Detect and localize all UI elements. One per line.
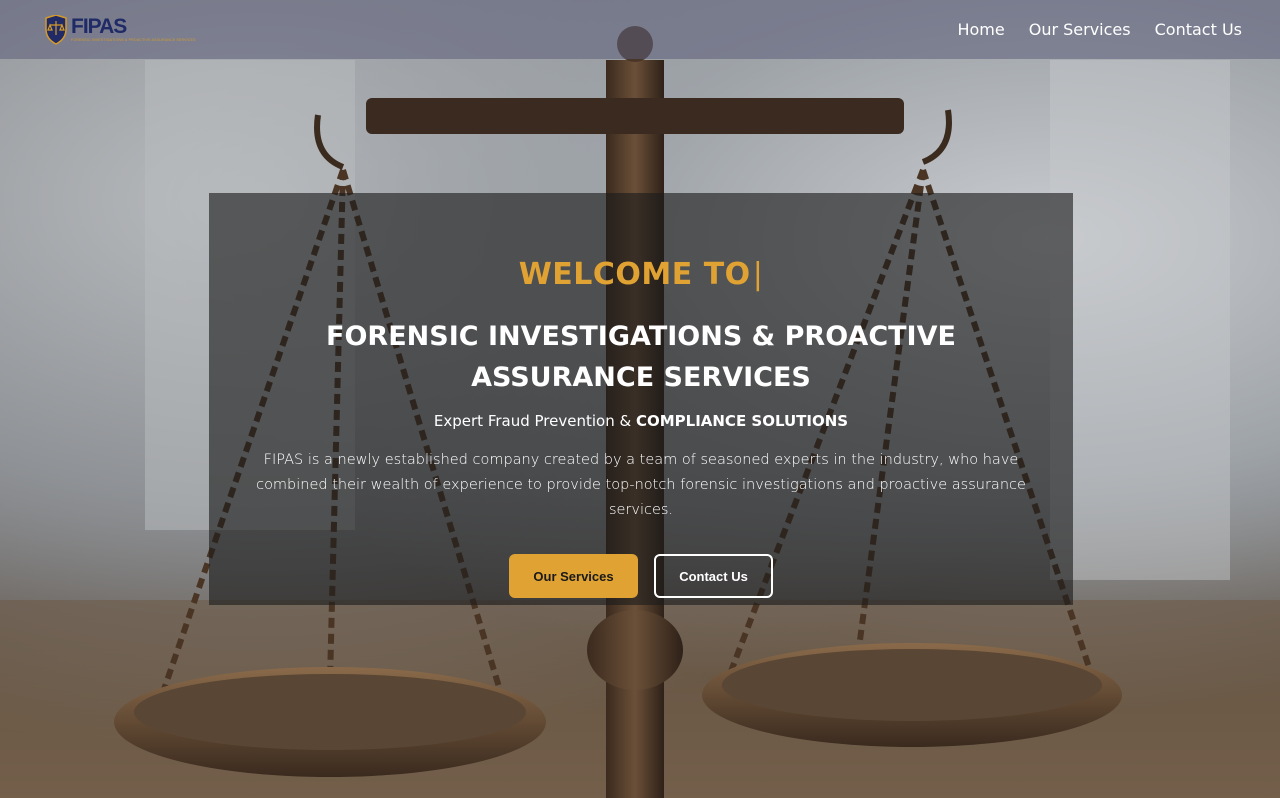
hero-buttons: Our Services Contact Us <box>209 554 1073 598</box>
our-services-button[interactable]: Our Services <box>509 554 638 598</box>
contact-us-button[interactable]: Contact Us <box>654 554 773 598</box>
nav-link-home[interactable]: Home <box>957 20 1004 39</box>
hero-description: FIPAS is a newly established company cre… <box>256 452 1026 518</box>
welcome-heading: WELCOME TO| <box>209 257 1073 293</box>
nav-link-contact-us[interactable]: Contact Us <box>1155 20 1242 39</box>
typing-cursor: | <box>752 257 764 292</box>
logo-text: FIPAS <box>71 15 127 38</box>
hero-title: FORENSIC INVESTIGATIONS & PROACTIVE ASSU… <box>326 321 956 393</box>
fipas-logo[interactable]: FIPAS FORENSIC INVESTIGATIONS & PROACTIV… <box>44 13 196 47</box>
subtitle-bold: COMPLIANCE SOLUTIONS <box>635 412 849 430</box>
nav-link-our-services[interactable]: Our Services <box>1029 20 1131 39</box>
main-nav: Home Our Services Contact Us <box>957 20 1242 39</box>
logo-tagline: FORENSIC INVESTIGATIONS & PROACTIVE ASSU… <box>71 38 196 42</box>
shield-scales-icon <box>45 14 67 45</box>
subtitle-plain: Expert Fraud Prevention & <box>433 412 636 430</box>
hero-panel: WELCOME TO| FORENSIC INVESTIGATIONS & PR… <box>209 193 1073 605</box>
welcome-text: WELCOME TO <box>518 257 751 292</box>
top-navbar: FIPAS FORENSIC INVESTIGATIONS & PROACTIV… <box>0 0 1280 59</box>
hero-subtitle: Expert Fraud Prevention & COMPLIANCE SOL… <box>209 411 1073 431</box>
